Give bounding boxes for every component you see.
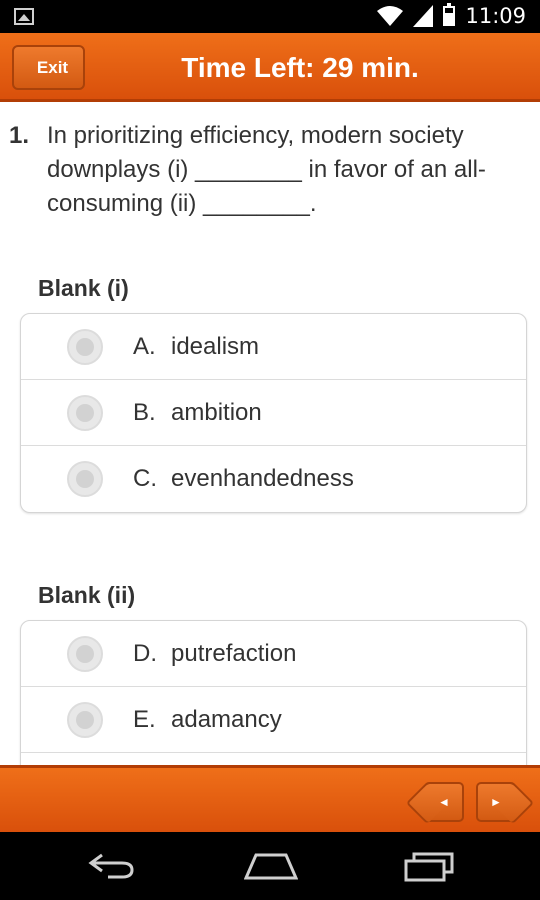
previous-arrow-icon: ◄ [438,795,450,809]
status-icons: 11:09 [377,3,526,28]
footer-bar: ◄ ► [0,765,540,832]
battery-icon [443,3,456,26]
radio-button[interactable] [67,461,103,497]
home-icon[interactable] [244,852,298,880]
option-letter: E. [133,705,156,733]
option-text: ambition [171,398,262,426]
question-content[interactable]: 1. In prioritizing efficiency, modern so… [0,105,540,765]
option-letter: D. [133,639,157,667]
option-text: idealism [171,332,260,360]
question-text: In prioritizing efficiency, modern socie… [47,122,486,217]
option-letter: C. [133,465,157,492]
status-clock: 11:09 [465,4,526,28]
radio-button[interactable] [67,636,103,672]
radio-button[interactable] [67,395,103,431]
blank-ii-options: D. putrefaction E. adamancy [20,620,527,765]
option-text: adamancy [171,705,282,733]
status-bar: 11:09 [0,0,540,33]
time-left-label: Time Left: 29 min. [181,52,419,83]
back-icon[interactable] [88,852,134,879]
header-bar: Exit Time Left: 29 min. [0,33,540,102]
option-e[interactable]: E. adamancy [21,687,526,753]
question-number: 1. [9,122,30,149]
option-partial[interactable] [21,753,526,765]
next-arrow-icon: ► [490,795,502,809]
option-text: putrefaction [171,639,297,667]
option-letter: B. [133,398,156,426]
option-a[interactable]: A. idealism [21,314,526,380]
radio-button[interactable] [67,329,103,365]
blank-i-label: Blank (i) [38,275,129,301]
gallery-notification-icon [14,8,34,25]
option-c[interactable]: C. evenhandedness [21,446,526,512]
option-d[interactable]: D. putrefaction [21,621,526,687]
exit-button-label: Exit [36,57,69,77]
recent-apps-icon[interactable] [404,852,454,882]
option-b[interactable]: B. ambition [21,380,526,446]
system-navigation-bar [0,832,540,900]
previous-question-button[interactable]: ◄ [424,782,464,822]
exit-button[interactable]: Exit [12,45,85,90]
next-question-button[interactable]: ► [476,782,516,822]
wifi-icon [377,6,404,26]
blank-i-options: A. idealism B. ambition C. evenhandednes… [20,313,527,513]
signal-icon [413,5,434,27]
blank-ii-label: Blank (ii) [38,582,136,608]
radio-button[interactable] [67,702,103,738]
option-text: evenhandedness [171,465,354,492]
option-letter: A. [133,332,156,360]
